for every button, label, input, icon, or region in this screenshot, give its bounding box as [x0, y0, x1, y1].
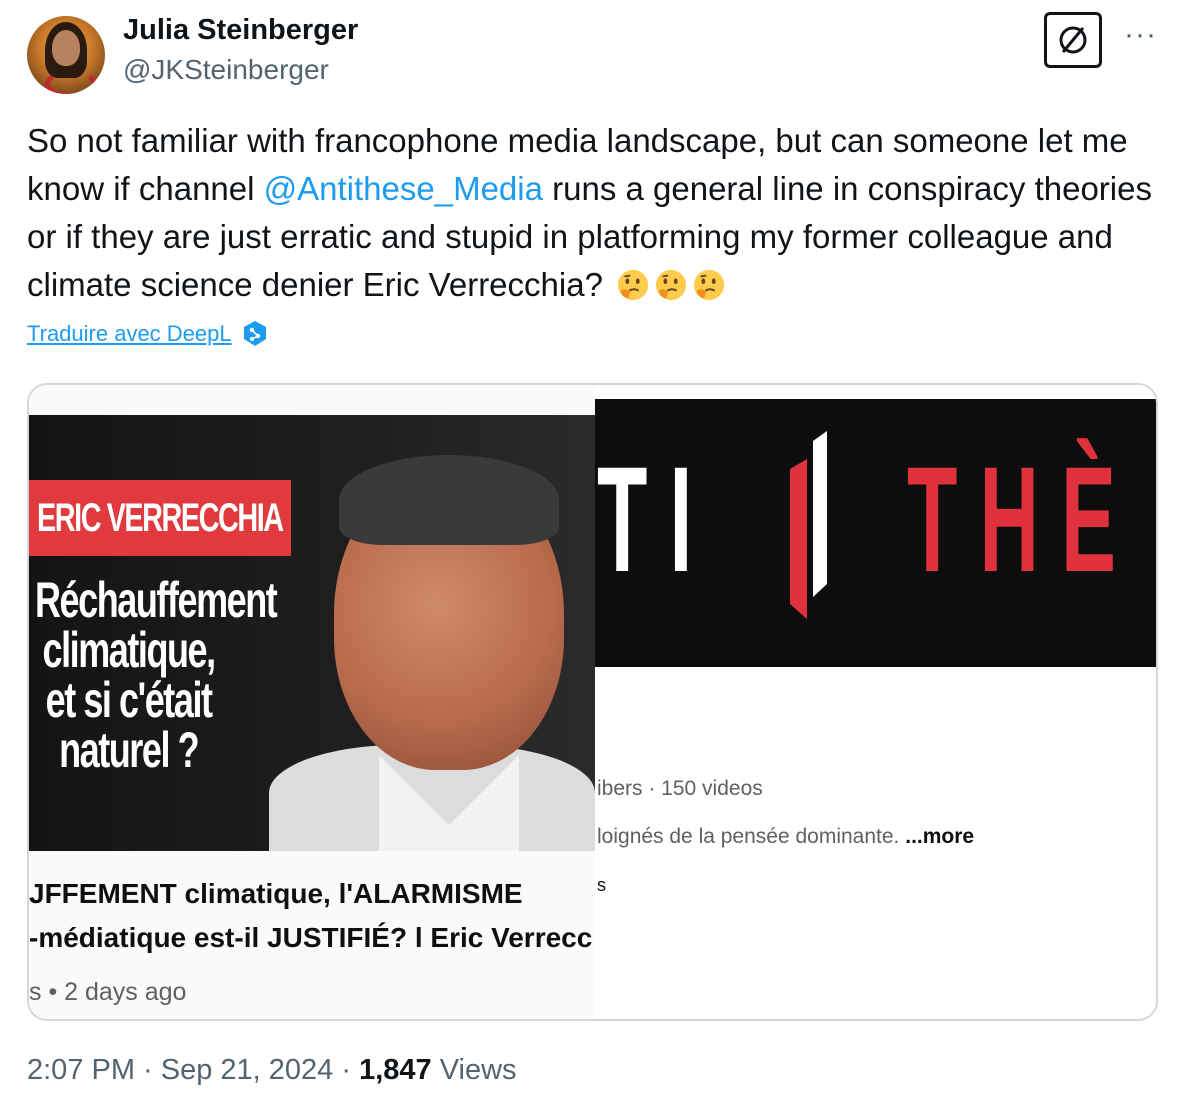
timestamp[interactable]: 2:07 PM · Sep 21, 2024 · — [27, 1054, 359, 1086]
banner-white-letters: TI — [597, 435, 715, 603]
channel-screenshot[interactable]: TI THÈ ibers · 150 videos loignés de la … — [595, 385, 1156, 1019]
thinking-face-emoji-1 — [617, 269, 649, 301]
views-label: Views — [431, 1054, 517, 1086]
grok-button[interactable] — [1044, 12, 1102, 68]
video-thumbnail[interactable]: ERIC VERRECCHIA Réchauffement climatique… — [29, 415, 595, 851]
channel-description-text: loignés de la pensée dominante. — [597, 825, 906, 848]
channel-description[interactable]: loignés de la pensée dominante. ...more — [597, 825, 974, 849]
video-title-line-1: JFFEMENT climatique, l'ALARMISME — [29, 878, 523, 909]
more-link[interactable]: ...more — [905, 825, 974, 848]
mention-link[interactable]: @Antithese_Media — [264, 170, 543, 207]
channel-banner: TI THÈ — [595, 399, 1156, 667]
thinking-face-emoji-2 — [655, 269, 687, 301]
deepl-icon — [243, 321, 266, 346]
thumbnail-name-tag: ERIC VERRECCHIA — [29, 480, 291, 556]
video-screenshot[interactable]: ERIC VERRECCHIA Réchauffement climatique… — [29, 385, 595, 1019]
thumbnail-hair — [339, 455, 559, 545]
tweet-text: So not familiar with francophone media l… — [27, 117, 1177, 309]
media-card[interactable]: ERIC VERRECCHIA Réchauffement climatique… — [27, 383, 1158, 1021]
video-title-line-2: -médiatique est-il JUSTIFIÉ? l Eric Verr… — [29, 922, 593, 953]
caption-line-4: naturel ? — [59, 722, 200, 778]
banner-red-letters: THÈ — [907, 435, 1138, 603]
author-name[interactable]: Julia Steinberger — [123, 14, 358, 47]
avatar[interactable] — [27, 16, 105, 94]
caption-line-1: Réchauffement — [35, 572, 278, 628]
avatar-face — [52, 30, 80, 66]
thinking-face-emoji-3 — [693, 269, 725, 301]
channel-stats: ibers · 150 videos — [597, 777, 763, 800]
slashed-circle-icon — [1059, 26, 1087, 54]
channel-link[interactable]: s — [597, 875, 606, 896]
thumbnail-caption: Réchauffement climatique, et si c'était … — [35, 572, 278, 778]
views-count: 1,847 — [359, 1054, 432, 1086]
banner-divider-icon — [790, 431, 827, 619]
video-title[interactable]: JFFEMENT climatique, l'ALARMISME -médiat… — [29, 872, 595, 960]
video-meta: s • 2 days ago — [29, 978, 187, 1006]
tweet-footer: 2:07 PM · Sep 21, 2024 · 1,847 Views — [27, 1054, 517, 1087]
more-options-icon[interactable]: ··· — [1124, 20, 1157, 50]
avatar-necklace — [45, 70, 97, 94]
translate-label[interactable]: Traduire avec DeepL — [27, 321, 232, 347]
author-handle[interactable]: @JKSteinberger — [123, 54, 329, 86]
thumbnail-name-text: ERIC VERRECCHIA — [37, 495, 284, 540]
translate-link[interactable]: Traduire avec DeepL — [27, 320, 268, 348]
caption-line-3: et si c'était — [45, 672, 213, 728]
caption-line-2: climatique, — [42, 622, 216, 678]
